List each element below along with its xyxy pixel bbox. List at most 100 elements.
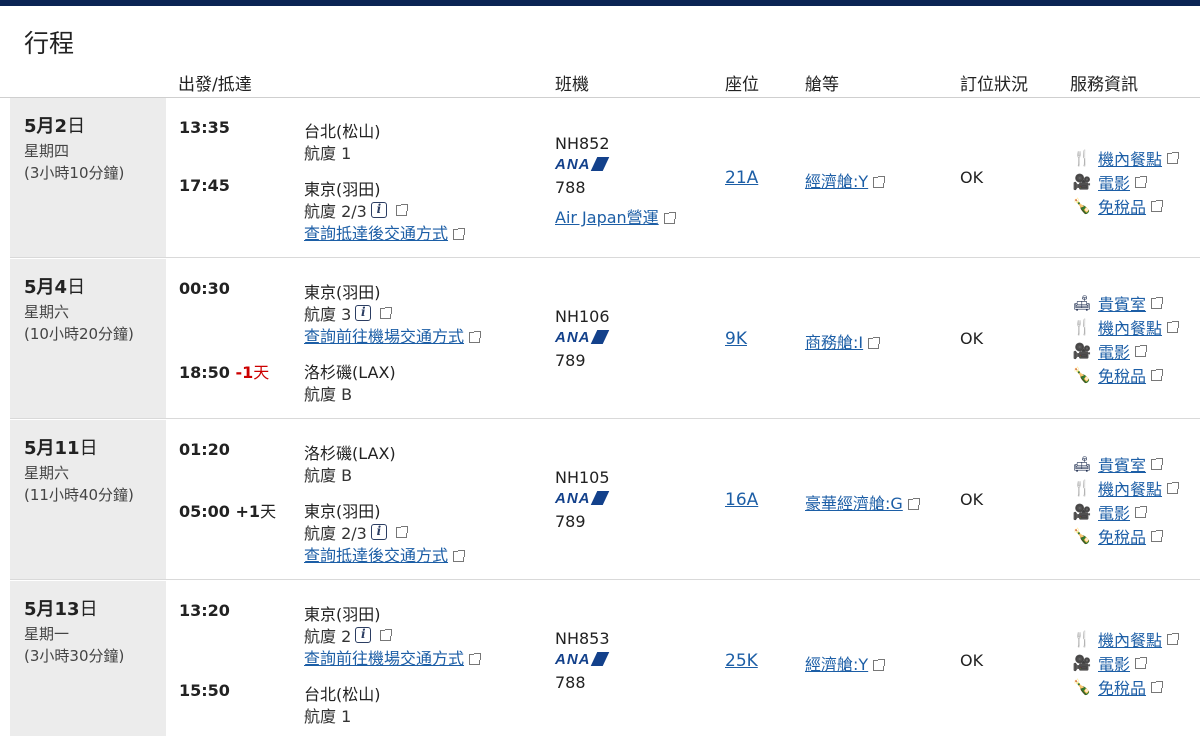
external-link-icon — [1167, 481, 1180, 494]
arrival-terminal: 航廈 1 — [304, 707, 352, 726]
arrival-time: 17:45 — [179, 176, 230, 195]
departure-city: 洛杉磯(LAX) — [304, 444, 396, 463]
external-link-icon — [453, 228, 466, 240]
external-link-icon — [1151, 199, 1164, 212]
transport-link[interactable]: 查詢抵達後交通方式 — [304, 542, 466, 566]
transport-link[interactable]: 查詢抵達後交通方式 — [304, 220, 466, 244]
external-link-icon — [1135, 175, 1148, 188]
departure-time: 00:30 — [179, 279, 230, 298]
external-link-icon — [1167, 151, 1180, 164]
film-projector-icon: 🎥 — [1072, 173, 1092, 191]
external-link-icon — [663, 212, 676, 224]
external-link-icon — [873, 176, 886, 188]
ana-logo: ANA — [555, 651, 609, 668]
film-projector-icon: 🎥 — [1072, 503, 1092, 521]
service-meal[interactable]: 🍴 機內餐點 — [1070, 146, 1180, 170]
external-link-icon — [868, 337, 881, 349]
info-icon[interactable]: i — [355, 305, 372, 321]
service-movie[interactable]: 🎥 電影 — [1070, 651, 1148, 675]
header-flight: 班機 — [555, 75, 589, 95]
arrival-time: 05:00 +1天 — [179, 502, 277, 521]
operator-link[interactable]: Air Japan營運 — [555, 204, 676, 228]
info-icon[interactable]: i — [370, 202, 387, 218]
service-dutyfree[interactable]: 🍾 免稅品 — [1070, 524, 1164, 548]
service-meal[interactable]: 🍴 機內餐點 — [1070, 627, 1180, 651]
fork-knife-icon: 🍴 — [1072, 479, 1092, 497]
external-link-icon — [1151, 680, 1164, 693]
segment-date: 5月13日 — [24, 599, 98, 620]
arrival-time: 15:50 — [179, 681, 230, 700]
flight-number: NH853 — [555, 629, 610, 648]
service-dutyfree[interactable]: 🍾 免稅品 — [1070, 363, 1164, 387]
itinerary-segment-2: 5月4日 星期六 (10小時20分鐘) 00:30 東京(羽田) 航廈 3i 查… — [10, 259, 1200, 419]
departure-city: 台北(松山) — [304, 122, 381, 141]
table-header: 出發/抵達 班機 座位 艙等 訂位狀況 服務資訊 — [0, 66, 1200, 98]
seat-link[interactable]: 16A — [725, 490, 758, 510]
service-movie[interactable]: 🎥 電影 — [1070, 170, 1148, 194]
service-meal[interactable]: 🍴 機內餐點 — [1070, 476, 1180, 500]
departure-time: 13:20 — [179, 601, 230, 620]
service-meal[interactable]: 🍴 機內餐點 — [1070, 315, 1180, 339]
external-link-icon[interactable] — [395, 525, 408, 538]
flight-duration: (3小時10分鐘) — [24, 164, 125, 182]
cabin-link[interactable]: 豪華經濟艙:G — [805, 490, 920, 514]
arrival-terminal: 航廈 2/3 i — [304, 198, 408, 222]
seat-link[interactable]: 21A — [725, 168, 758, 188]
seat-link[interactable]: 25K — [725, 651, 758, 671]
lounge-chair-icon: 🛋 — [1072, 455, 1092, 473]
duty-free-icon: 🍾 — [1072, 527, 1092, 545]
aircraft-type: 789 — [555, 512, 586, 531]
itinerary-segment-4: 5月13日 星期一 (3小時30分鐘) 13:20 東京(羽田) 航廈 2i 查… — [10, 581, 1200, 736]
external-link-icon — [1135, 656, 1148, 669]
arrival-city: 台北(松山) — [304, 685, 381, 704]
external-link-icon — [907, 498, 920, 510]
transport-link[interactable]: 查詢前往機場交通方式 — [304, 323, 482, 347]
info-icon[interactable]: i — [355, 627, 372, 643]
booking-status: OK — [960, 329, 984, 348]
external-link-icon[interactable] — [380, 306, 393, 319]
flight-duration: (11小時40分鐘) — [24, 486, 134, 504]
departure-terminal: 航廈 2i — [304, 623, 393, 647]
departure-city: 東京(羽田) — [304, 283, 381, 302]
lounge-chair-icon: 🛋 — [1072, 294, 1092, 312]
booking-status: OK — [960, 490, 984, 509]
date-cell: 5月2日 星期四 (3小時10分鐘) — [10, 98, 166, 257]
service-lounge[interactable]: 🛋 貴賓室 — [1070, 452, 1164, 476]
arrival-terminal: 航廈 B — [304, 385, 353, 404]
service-movie[interactable]: 🎥 電影 — [1070, 500, 1148, 524]
arrival-city: 東京(羽田) — [304, 502, 381, 521]
service-dutyfree[interactable]: 🍾 免稅品 — [1070, 675, 1164, 699]
flight-number: NH105 — [555, 468, 610, 487]
film-projector-icon: 🎥 — [1072, 342, 1092, 360]
segment-date: 5月4日 — [24, 277, 86, 298]
date-cell: 5月11日 星期六 (11小時40分鐘) — [10, 420, 166, 579]
external-link-icon[interactable] — [395, 203, 408, 216]
departure-terminal: 航廈 1 — [304, 144, 352, 163]
flight-number: NH852 — [555, 134, 610, 153]
header-seat: 座位 — [725, 75, 759, 95]
cabin-link[interactable]: 商務艙:I — [805, 329, 881, 353]
external-link-icon[interactable] — [380, 628, 393, 641]
external-link-icon — [469, 653, 482, 665]
departure-city: 東京(羽田) — [304, 605, 381, 624]
service-dutyfree[interactable]: 🍾 免稅品 — [1070, 194, 1164, 218]
ana-logo: ANA — [555, 156, 609, 173]
date-cell: 5月13日 星期一 (3小時30分鐘) — [10, 581, 166, 736]
cabin-link[interactable]: 經濟艙:Y — [805, 168, 886, 192]
info-icon[interactable]: i — [370, 524, 387, 540]
booking-status: OK — [960, 651, 984, 670]
aircraft-type: 788 — [555, 178, 586, 197]
flight-duration: (10小時20分鐘) — [24, 325, 134, 343]
itinerary-segment-3: 5月11日 星期六 (11小時40分鐘) 01:20 洛杉磯(LAX) 航廈 B… — [10, 420, 1200, 580]
departure-time: 01:20 — [179, 440, 230, 459]
external-link-icon — [469, 331, 482, 343]
date-cell: 5月4日 星期六 (10小時20分鐘) — [10, 259, 166, 418]
cabin-link[interactable]: 經濟艙:Y — [805, 651, 886, 675]
seat-link[interactable]: 9K — [725, 329, 747, 349]
service-lounge[interactable]: 🛋 貴賓室 — [1070, 291, 1164, 315]
service-movie[interactable]: 🎥 電影 — [1070, 339, 1148, 363]
external-link-icon — [1135, 344, 1148, 357]
duty-free-icon: 🍾 — [1072, 197, 1092, 215]
transport-link[interactable]: 查詢前往機場交通方式 — [304, 645, 482, 669]
page-title: 行程 — [24, 29, 75, 58]
